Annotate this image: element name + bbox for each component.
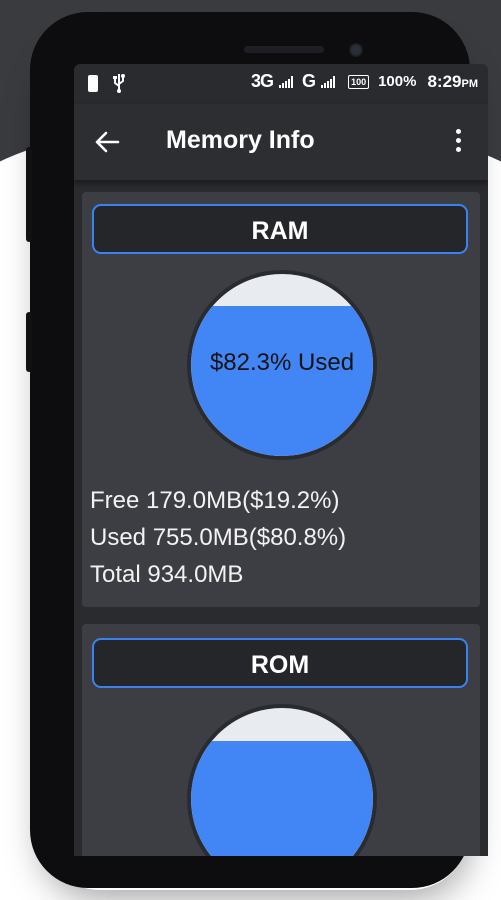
signal-bars-icon xyxy=(279,75,294,88)
network-g-label: G xyxy=(302,71,316,91)
ram-button[interactable]: RAM xyxy=(92,204,468,254)
status-right: 3G G 100 100% 8:29PM xyxy=(251,71,478,92)
rom-gauge-fill xyxy=(191,740,373,856)
status-bar: 3G G 100 100% 8:29PM xyxy=(74,64,488,104)
network-3g-label: 3G xyxy=(251,71,274,91)
ram-card: RAM $82.3% Used Free 179.0MB($19.2%) Use… xyxy=(82,192,480,607)
battery-icon: 100 xyxy=(348,74,370,89)
ram-free-text: Free 179.0MB($19.2%) xyxy=(90,487,340,514)
earpiece-speaker xyxy=(244,46,324,53)
arrow-left-icon[interactable] xyxy=(94,130,120,154)
ram-used-text: Used 755.0MB($80.8%) xyxy=(90,524,347,551)
clock: 8:29PM xyxy=(427,72,478,92)
ram-gauge: $82.3% Used xyxy=(187,270,377,460)
battery-percent: 100% xyxy=(378,73,417,90)
bixby-button xyxy=(26,312,32,372)
ram-total-text: Total 934.0MB xyxy=(90,561,244,588)
signal-bars-icon xyxy=(321,75,336,88)
ram-stats: Free 179.0MB($19.2%) Used 755.0MB($80.8%… xyxy=(90,482,346,593)
status-left xyxy=(88,73,126,93)
screen: 3G G 100 100% 8:29PM Memory Info RAM $82… xyxy=(74,64,488,856)
toolbar: Memory Info xyxy=(74,104,488,180)
clock-time: 8:29 xyxy=(427,71,462,91)
rom-gauge xyxy=(187,704,377,856)
more-vert-icon[interactable] xyxy=(454,129,462,155)
rom-button[interactable]: ROM xyxy=(92,638,468,688)
ram-gauge-label: $82.3% Used xyxy=(209,349,355,376)
ram-gauge-fill xyxy=(191,306,373,456)
front-camera xyxy=(349,43,363,57)
usb-icon xyxy=(113,74,125,93)
rom-card: ROM xyxy=(82,624,480,856)
volume-button xyxy=(26,147,32,242)
battery-small-icon xyxy=(88,74,98,92)
clock-suffix: PM xyxy=(461,77,479,90)
phone-frame: 3G G 100 100% 8:29PM Memory Info RAM $82… xyxy=(26,12,488,888)
page-title: Memory Info xyxy=(166,126,315,154)
